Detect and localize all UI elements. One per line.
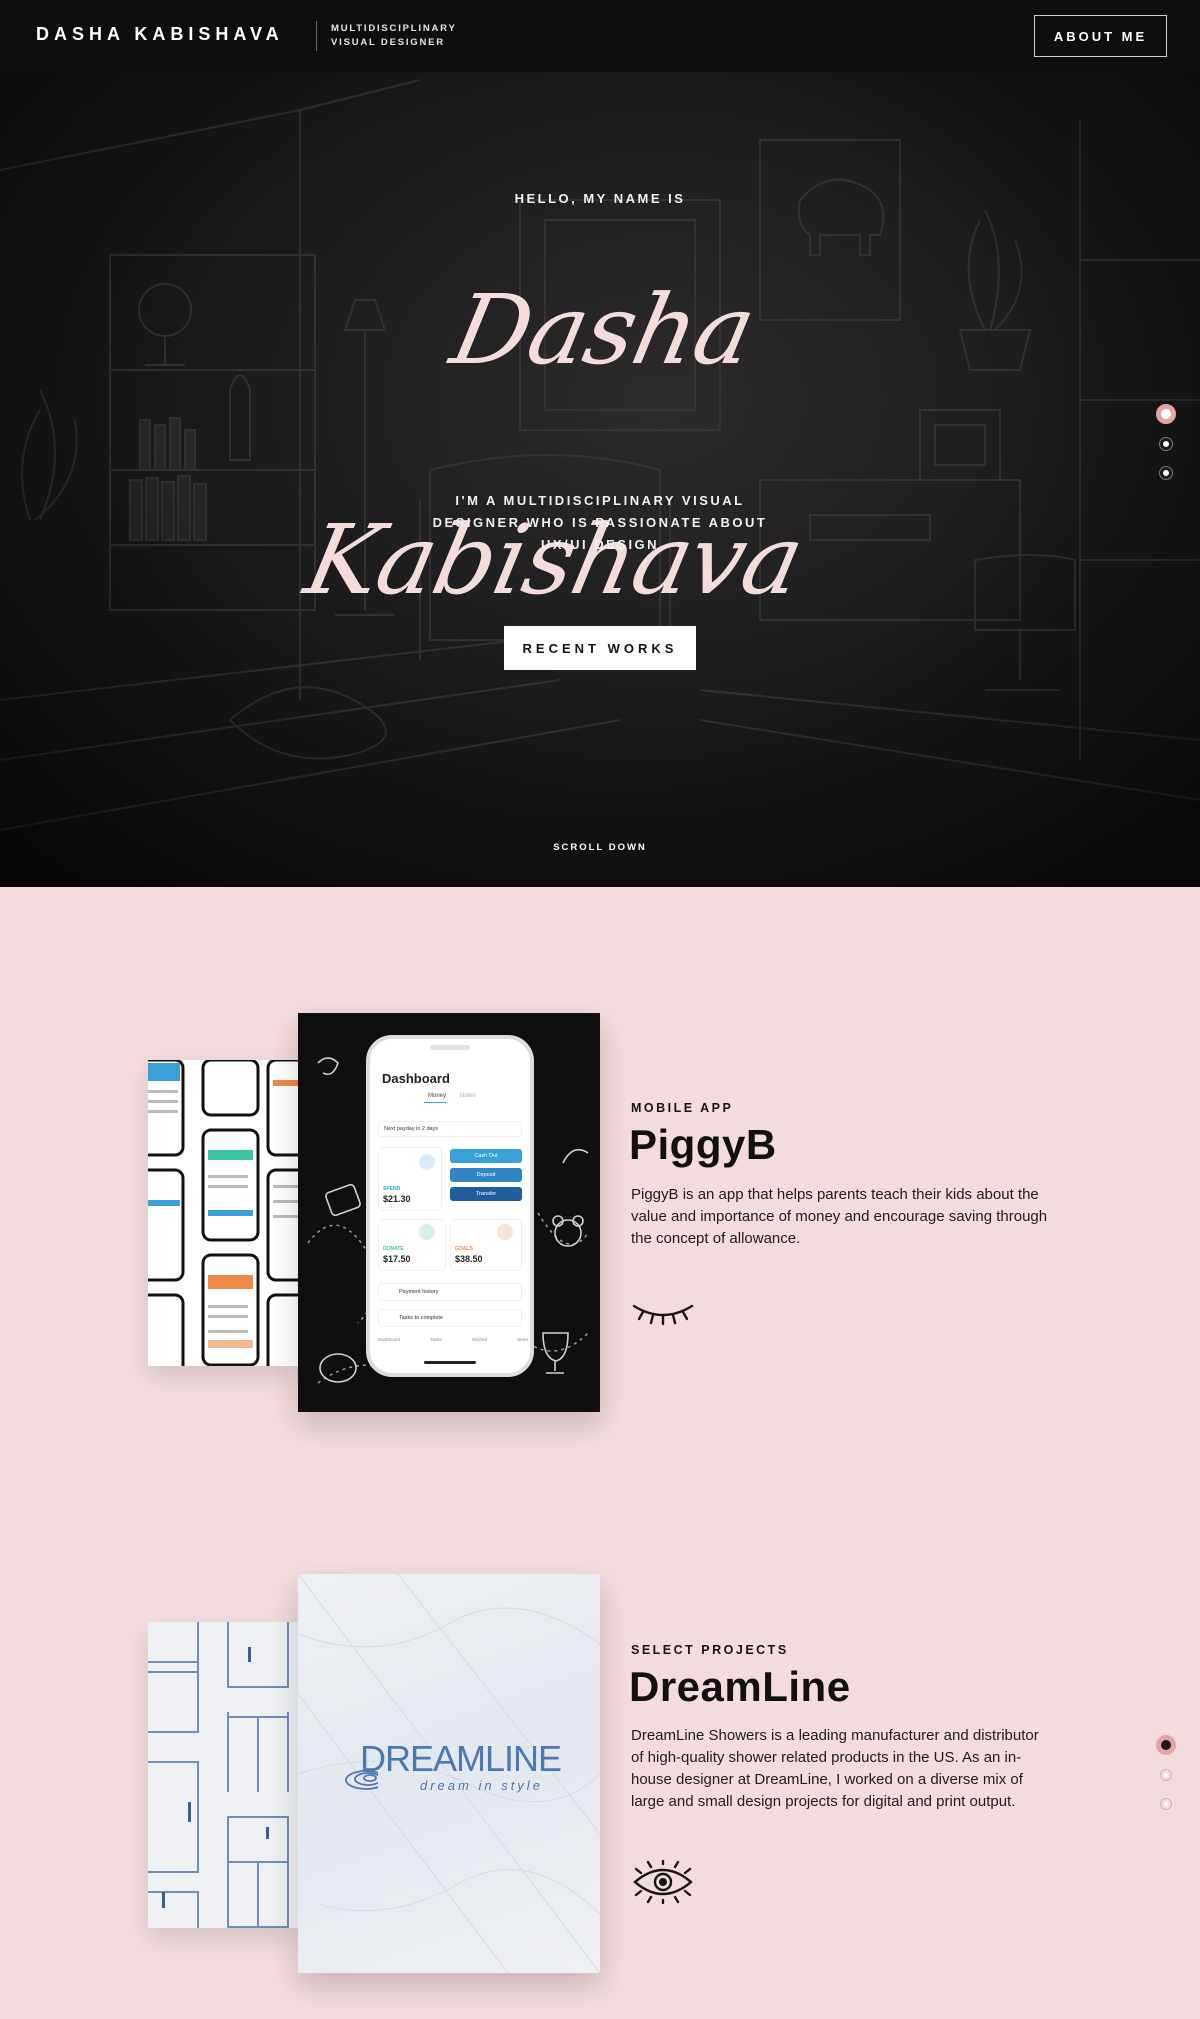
spend-icon (419, 1154, 435, 1170)
shower-doors-collage (148, 1622, 298, 1928)
donate-label: DONATE (383, 1246, 404, 1252)
mockup-spend-card: SPEND $21.30 (378, 1147, 442, 1211)
project-description: PiggyB is an app that helps parents teac… (631, 1186, 1048, 1247)
mockup-bottom-nav: Dashboard Tasks Wished Store (378, 1337, 528, 1353)
project-title[interactable]: DreamLine (629, 1663, 851, 1711)
pagination-dot-1[interactable] (1156, 404, 1176, 424)
mockup-screen-title: Dashboard (382, 1071, 450, 1086)
piggyb-dashboard-thumbnail[interactable]: Dashboard Money Notes Next payday in 2 d… (298, 1013, 600, 1412)
mockup-deposit-button: Deposit (450, 1168, 522, 1182)
home-indicator (424, 1361, 476, 1364)
donate-icon (419, 1224, 435, 1240)
mockup-tasks-row: Tasks to complete (378, 1309, 522, 1327)
about-me-button[interactable]: ABOUT ME (1034, 15, 1167, 57)
mockup-nav-tasks: Tasks (430, 1337, 442, 1342)
piggyb-screens-thumbnail[interactable] (148, 1060, 298, 1366)
mockup-payday-notice: Next payday in 2 days (378, 1121, 522, 1137)
hero-section: DASHA KABISHAVA MULTIDISCIPLINARY VISUAL… (0, 0, 1200, 887)
mockup-tab-underline (424, 1102, 446, 1103)
mockup-cash-out-button: Cash Out (450, 1149, 522, 1163)
phone-screens-collage (148, 1060, 298, 1366)
mockup-goals-card: GOALS $38.50 (450, 1219, 522, 1271)
project-description: DreamLine Showers is a leading manufactu… (631, 1727, 1039, 1810)
brand-divider (316, 21, 317, 51)
brand-tagline: MULTIDISCIPLINARY VISUAL DESIGNER (331, 23, 457, 48)
dreamline-logo-tagline: dream in style (420, 1778, 543, 1793)
pagination-dot-2[interactable] (1160, 438, 1172, 450)
mockup-nav-store: Store (517, 1337, 528, 1342)
mockup-tab-notes: Notes (460, 1093, 476, 1099)
phone-mockup: Dashboard Money Notes Next payday in 2 d… (366, 1035, 534, 1377)
dreamline-logo: DREAMLINE dream in style (338, 1738, 568, 1798)
brand-name[interactable]: DASHA KABISHAVA (36, 24, 284, 45)
open-eye-icon[interactable] (631, 1860, 695, 1904)
project-piggyb: Dashboard Money Notes Next payday in 2 d… (0, 887, 1200, 1467)
recent-works-button[interactable]: RECENT WORKS (504, 626, 696, 670)
closed-eye-icon[interactable] (631, 1292, 695, 1336)
mockup-nav-wished: Wished (471, 1337, 487, 1342)
hero-greeting: HELLO, MY NAME IS (514, 191, 686, 206)
spend-label: SPEND (383, 1186, 401, 1192)
project-category: SELECT PROJECTS (631, 1643, 789, 1657)
project-title[interactable]: PiggyB (629, 1121, 777, 1169)
top-navigation-bar: DASHA KABISHAVA MULTIDISCIPLINARY VISUAL… (0, 0, 1200, 72)
goals-value: $38.50 (455, 1254, 483, 1264)
phone-notch (430, 1045, 470, 1050)
pagination-dot-1[interactable] (1156, 1735, 1176, 1755)
donate-value: $17.50 (383, 1254, 411, 1264)
dreamline-logo-thumbnail[interactable]: DREAMLINE dream in style (298, 1574, 600, 1973)
project-category: MOBILE APP (631, 1101, 734, 1115)
goals-icon (497, 1224, 513, 1240)
project-dreamline: DREAMLINE dream in style SELECT PROJECTS… (0, 1467, 1200, 2019)
spend-value: $21.30 (383, 1194, 411, 1204)
mockup-tab-money: Money (428, 1093, 447, 1099)
mockup-payment-history-row: Payment history (378, 1283, 522, 1301)
scroll-down-link[interactable]: SCROLL DOWN (0, 842, 1200, 853)
mockup-nav-dashboard: Dashboard (378, 1337, 401, 1342)
hero-intro-text: I'M A MULTIDISCIPLINARY VISUAL DESIGNER … (432, 493, 768, 552)
mockup-transfer-button: Transfer (450, 1187, 522, 1201)
mockup-donate-card: DONATE $17.50 (378, 1219, 446, 1271)
dreamline-logo-wordmark: DREAMLINE (360, 1738, 562, 1779)
pagination-dot-2[interactable] (1161, 1770, 1171, 1780)
dreamline-doors-thumbnail[interactable] (148, 1622, 298, 1928)
pagination-dot-3[interactable] (1160, 467, 1172, 479)
hero-name-logo: Dasha Kabishava (270, 215, 930, 616)
hero-script-name: Dasha Kabishava (296, 274, 813, 616)
pagination-dot-3[interactable] (1161, 1799, 1171, 1809)
goals-label: GOALS (455, 1246, 473, 1252)
section-pagination (1156, 404, 1176, 484)
section-pagination (1156, 1735, 1176, 1815)
